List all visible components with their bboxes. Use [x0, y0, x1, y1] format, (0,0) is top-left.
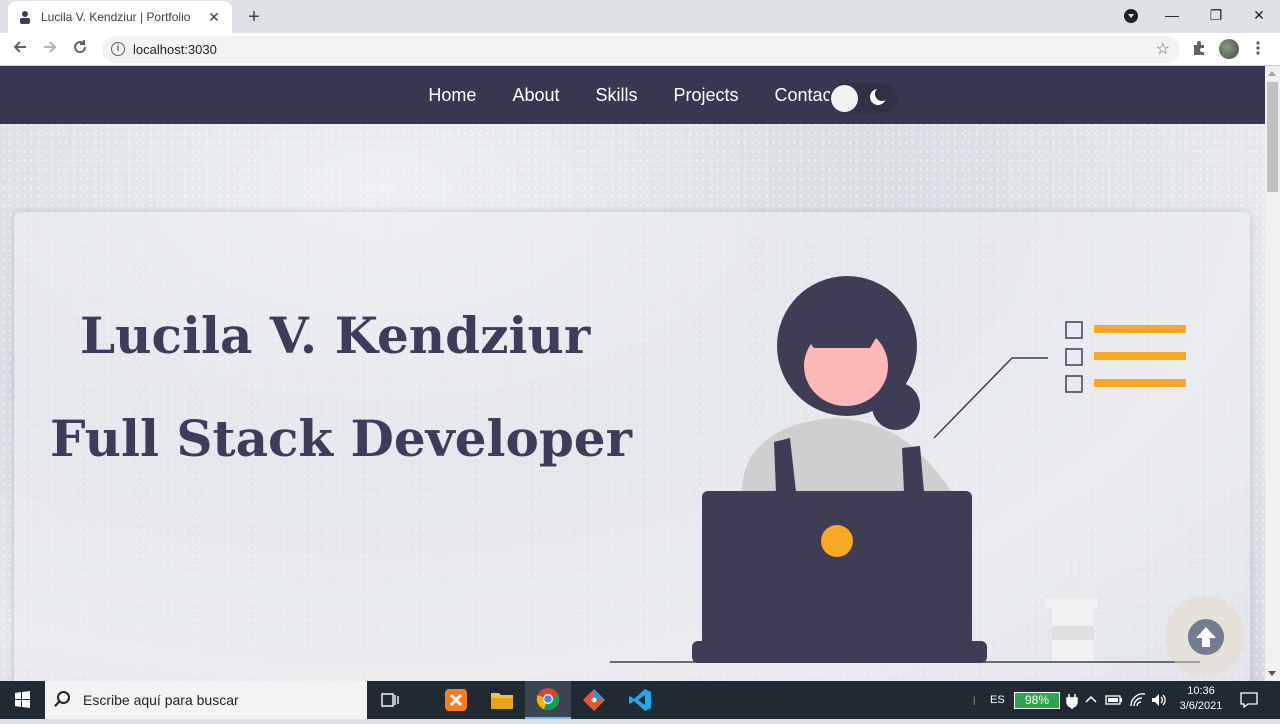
- theme-toggle[interactable]: [829, 83, 897, 113]
- coffee-cup-graphic: [1046, 561, 1098, 663]
- extensions-icon[interactable]: [1191, 40, 1207, 56]
- checklist-graphic: [933, 321, 1186, 439]
- task-view-button[interactable]: [367, 681, 413, 719]
- nav-home[interactable]: Home: [428, 85, 476, 106]
- bookmark-star-icon[interactable]: ☆: [1156, 39, 1170, 59]
- browser-toolbar: i localhost:3030 ☆: [0, 33, 1280, 66]
- vscode-icon: [629, 689, 651, 711]
- page-scrollbar[interactable]: [1265, 66, 1280, 681]
- taskbar-clock[interactable]: 10:36 3/6/2021: [1172, 684, 1230, 714]
- nav-skills[interactable]: Skills: [595, 85, 637, 106]
- profile-avatar[interactable]: [1219, 39, 1239, 59]
- laptop-graphic: [692, 491, 987, 663]
- wifi-icon[interactable]: [1129, 692, 1147, 708]
- xampp-icon: [445, 689, 467, 711]
- volume-icon[interactable]: [1150, 692, 1168, 708]
- windows-taskbar: Escribe aquí para buscar | ES 98% 10:36 …: [0, 681, 1280, 719]
- task-view-icon: [381, 693, 399, 707]
- taskbar-vscode[interactable]: [617, 681, 663, 719]
- forward-button[interactable]: [39, 39, 61, 61]
- taskbar-search-box[interactable]: Escribe aquí para buscar: [45, 681, 367, 719]
- nav-about[interactable]: About: [512, 85, 559, 106]
- language-indicator[interactable]: ES: [990, 681, 1005, 719]
- address-bar[interactable]: i localhost:3030 ☆: [102, 36, 1180, 63]
- chrome-menu-icon[interactable]: [1255, 40, 1263, 56]
- chevron-up-icon[interactable]: [1085, 694, 1097, 704]
- chrome-icon: [536, 688, 560, 711]
- developer-illustration: [610, 276, 1200, 663]
- tab-close-icon[interactable]: ✕: [206, 9, 222, 26]
- new-tab-button[interactable]: +: [244, 6, 264, 29]
- hero-role: Full Stack Developer: [50, 409, 632, 468]
- reload-button[interactable]: [69, 39, 91, 61]
- arrow-up-icon: [1188, 619, 1224, 655]
- page-viewport: Home About Skills Projects Contact Lucil…: [0, 66, 1265, 681]
- hero-name: Lucila V. Kendziur: [80, 306, 591, 365]
- tray-divider: |: [973, 695, 976, 705]
- taskbar-xampp[interactable]: [433, 681, 479, 719]
- battery-indicator[interactable]: 98%: [1014, 692, 1060, 709]
- nav-contact[interactable]: Contact: [775, 85, 837, 106]
- close-window-button[interactable]: ✕: [1237, 0, 1280, 30]
- back-arrow-icon: [13, 41, 26, 53]
- clock-time: 10:36: [1187, 685, 1215, 697]
- maximize-button[interactable]: ❐: [1194, 0, 1238, 30]
- tab-search-icon[interactable]: [1124, 9, 1138, 23]
- git-icon: [583, 689, 605, 711]
- search-icon: [57, 691, 70, 704]
- clock-date: 3/6/2021: [1179, 700, 1223, 712]
- scroll-up-arrow-icon[interactable]: [1268, 71, 1276, 76]
- toggle-knob: [831, 85, 858, 112]
- windows-logo-icon: [15, 691, 30, 708]
- notifications-icon[interactable]: [1240, 691, 1258, 709]
- browser-tab[interactable]: Lucila V. Kendziur | Portfolio ✕: [8, 1, 232, 33]
- scroll-down-arrow-icon[interactable]: [1268, 671, 1276, 676]
- folder-icon: [491, 693, 513, 709]
- woman-figure: [742, 276, 952, 492]
- site-info-icon[interactable]: i: [111, 42, 125, 56]
- forward-arrow-icon: [44, 41, 57, 53]
- site-navbar: Home About Skills Projects Contact: [0, 66, 1265, 124]
- scroll-to-top-button[interactable]: [1165, 596, 1245, 676]
- taskbar-chrome[interactable]: [525, 681, 571, 719]
- search-placeholder: Escribe aquí para buscar: [83, 692, 239, 708]
- tab-title: Lucila V. Kendziur | Portfolio: [41, 10, 191, 24]
- favicon-icon: [20, 11, 30, 24]
- minimize-button[interactable]: —: [1150, 0, 1194, 30]
- battery-tray-icon[interactable]: [1105, 694, 1123, 706]
- power-plug-icon: [1066, 694, 1078, 709]
- back-button[interactable]: [9, 39, 31, 61]
- taskbar-file-explorer[interactable]: [479, 681, 525, 719]
- nav-projects[interactable]: Projects: [674, 85, 739, 106]
- moon-icon: [870, 87, 889, 105]
- reload-icon: [74, 40, 87, 54]
- scrollbar-thumb[interactable]: [1267, 82, 1278, 192]
- taskbar-git[interactable]: [571, 681, 617, 719]
- url-text[interactable]: localhost:3030: [133, 42, 217, 57]
- start-button[interactable]: [0, 681, 45, 719]
- browser-tab-strip: Lucila V. Kendziur | Portfolio ✕ + — ❐ ✕: [0, 0, 1280, 33]
